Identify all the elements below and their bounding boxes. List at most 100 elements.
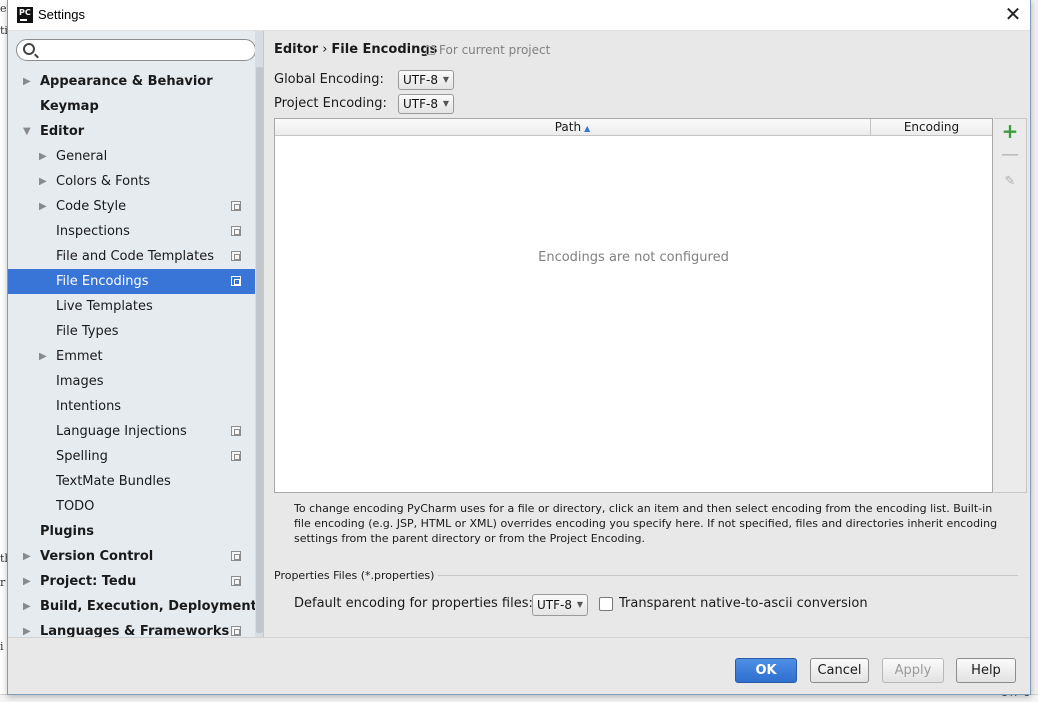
triangle-right-icon[interactable]: ▶ <box>23 69 31 94</box>
sidebar-item[interactable]: ▶ Code Style <box>8 194 255 219</box>
apply-button[interactable]: Apply <box>882 658 944 683</box>
table-toolbar: + — ✎ <box>994 118 1027 493</box>
sidebar-item-label: Languages & Frameworks <box>40 624 230 637</box>
sidebar-item[interactable]: File and Code Templates <box>8 244 255 269</box>
sidebar-item-label: Code Style <box>56 199 127 214</box>
project-encoding-select[interactable]: UTF-8 ▼ <box>398 94 454 114</box>
sidebar-item[interactable]: Language Injections <box>8 419 255 444</box>
global-encoding-label: Global Encoding: <box>274 72 384 87</box>
sidebar-item[interactable]: File Types <box>8 319 255 344</box>
project-encoding-label: Project Encoding: <box>274 96 387 111</box>
sidebar-item[interactable]: ▶ Languages & Frameworks <box>8 619 255 637</box>
sidebar-item[interactable]: ▶ General <box>8 144 255 169</box>
help-button[interactable]: Help <box>956 658 1016 683</box>
search-input[interactable] <box>41 41 249 59</box>
sidebar-item-label: Keymap <box>40 99 99 114</box>
settings-tree: ▶ Appearance & Behavior Keymap ▼ Editor ▶ Gene… <box>8 69 257 637</box>
properties-default-label: Default encoding for properties files: <box>294 596 533 611</box>
project-scope-icon <box>231 551 241 561</box>
sidebar-item[interactable]: TextMate Bundles <box>8 469 255 494</box>
chevron-down-icon: ▼ <box>442 99 449 108</box>
triangle-right-icon[interactable]: ▶ <box>39 194 47 219</box>
project-scope-icon <box>426 46 435 55</box>
sidebar-item-label: File Encodings <box>56 274 149 289</box>
minus-icon: — <box>1001 144 1019 165</box>
sidebar-item[interactable]: ▶ Project: Tedu <box>8 569 255 594</box>
settings-sidebar: ▶ Appearance & Behavior Keymap ▼ Editor ▶ Gene… <box>8 31 264 637</box>
dialog-footer: OK Cancel Apply Help <box>8 637 1030 694</box>
project-scope-icon <box>231 226 241 236</box>
transparent-conversion-checkbox[interactable] <box>599 597 613 611</box>
triangle-right-icon[interactable]: ▶ <box>39 144 47 169</box>
add-button[interactable]: + <box>994 119 1026 144</box>
global-encoding-value: UTF-8 <box>403 73 438 87</box>
triangle-down-icon[interactable]: ▼ <box>23 119 31 144</box>
encoding-help-text: To change encoding PyCharm uses for a fi… <box>294 502 998 545</box>
sidebar-item[interactable]: ▼ Editor <box>8 119 255 144</box>
encodings-table[interactable]: Path ▲ Encoding Encodings are not configu… <box>274 118 993 493</box>
sidebar-item-label: Editor <box>40 124 85 139</box>
sidebar-item[interactable]: Live Templates <box>8 294 255 319</box>
triangle-right-icon[interactable]: ▶ <box>23 544 31 569</box>
transparent-conversion-label[interactable]: Transparent native-to-ascii conversion <box>619 596 868 611</box>
column-header-encoding[interactable]: Encoding <box>871 119 992 135</box>
properties-encoding-value: UTF-8 <box>537 598 572 612</box>
plus-icon: + <box>1001 119 1019 143</box>
properties-encoding-select[interactable]: UTF-8 ▼ <box>532 594 588 616</box>
sidebar-item-label: File and Code Templates <box>56 249 214 264</box>
sidebar-item[interactable]: Intentions <box>8 394 255 419</box>
pycharm-icon: PC <box>17 7 33 23</box>
cancel-button[interactable]: Cancel <box>810 658 869 683</box>
remove-button[interactable]: — <box>994 144 1026 169</box>
chevron-down-icon: ▼ <box>442 75 449 84</box>
column-header-path[interactable]: Path ▲ <box>275 119 871 135</box>
table-header: Path ▲ Encoding <box>275 119 992 136</box>
sidebar-item[interactable]: Plugins <box>8 519 255 544</box>
breadcrumb-parent[interactable]: Editor <box>274 42 318 57</box>
sidebar-item-label: Plugins <box>40 524 94 539</box>
sidebar-item-label: Build, Execution, Deployment <box>40 599 257 614</box>
sidebar-item[interactable]: File Encodings <box>8 269 255 294</box>
sidebar-item[interactable]: ▶ Build, Execution, Deployment <box>8 594 257 619</box>
close-button[interactable]: ✕ <box>998 1 1028 29</box>
project-scope-icon <box>231 201 241 211</box>
table-empty-text: Encodings are not configured <box>538 250 729 265</box>
sidebar-item[interactable]: ▶ Appearance & Behavior <box>8 69 255 94</box>
sidebar-item-label: Live Templates <box>56 299 153 314</box>
breadcrumb-separator: › <box>322 42 328 57</box>
triangle-right-icon[interactable]: ▶ <box>23 619 31 637</box>
triangle-right-icon[interactable]: ▶ <box>23 594 31 619</box>
project-scope-icon <box>231 426 241 436</box>
scope-note-text: For current project <box>439 43 551 57</box>
window-title: Settings <box>38 7 85 22</box>
triangle-right-icon[interactable]: ▶ <box>39 169 47 194</box>
ok-button[interactable]: OK <box>735 658 797 683</box>
sidebar-item[interactable]: ▶ Colors & Fonts <box>8 169 255 194</box>
global-encoding-select[interactable]: UTF-8 ▼ <box>398 70 454 90</box>
edit-button[interactable]: ✎ <box>994 169 1026 194</box>
sidebar-item-label: TextMate Bundles <box>56 474 171 489</box>
sidebar-item[interactable]: Inspections <box>8 219 255 244</box>
sidebar-item[interactable]: TODO <box>8 494 255 519</box>
sidebar-item[interactable]: Keymap <box>8 94 255 119</box>
triangle-right-icon[interactable]: ▶ <box>39 344 47 369</box>
pencil-icon: ✎ <box>1004 174 1016 189</box>
title-bar: PC Settings ✕ <box>8 0 1030 31</box>
scope-note: For current project <box>426 43 550 57</box>
background-status-bar <box>0 694 1038 702</box>
triangle-right-icon[interactable]: ▶ <box>23 569 31 594</box>
sidebar-item[interactable]: Images <box>8 369 255 394</box>
sort-ascending-icon: ▲ <box>584 124 591 133</box>
sidebar-item-label: File Types <box>56 324 119 339</box>
sidebar-item-label: Intentions <box>56 399 122 414</box>
search-icon <box>23 43 35 55</box>
sidebar-scrollbar-thumb[interactable] <box>256 67 263 633</box>
sidebar-item-label: Appearance & Behavior <box>40 74 213 89</box>
sidebar-item[interactable]: ▶ Version Control <box>8 544 255 569</box>
settings-content: Editor › File Encodings For current projec… <box>264 31 1030 637</box>
search-box[interactable] <box>16 39 256 61</box>
sidebar-item[interactable]: ▶ Emmet <box>8 344 255 369</box>
breadcrumb-current: File Encodings <box>331 42 438 57</box>
chevron-down-icon: ▼ <box>576 600 583 609</box>
sidebar-item[interactable]: Spelling <box>8 444 255 469</box>
